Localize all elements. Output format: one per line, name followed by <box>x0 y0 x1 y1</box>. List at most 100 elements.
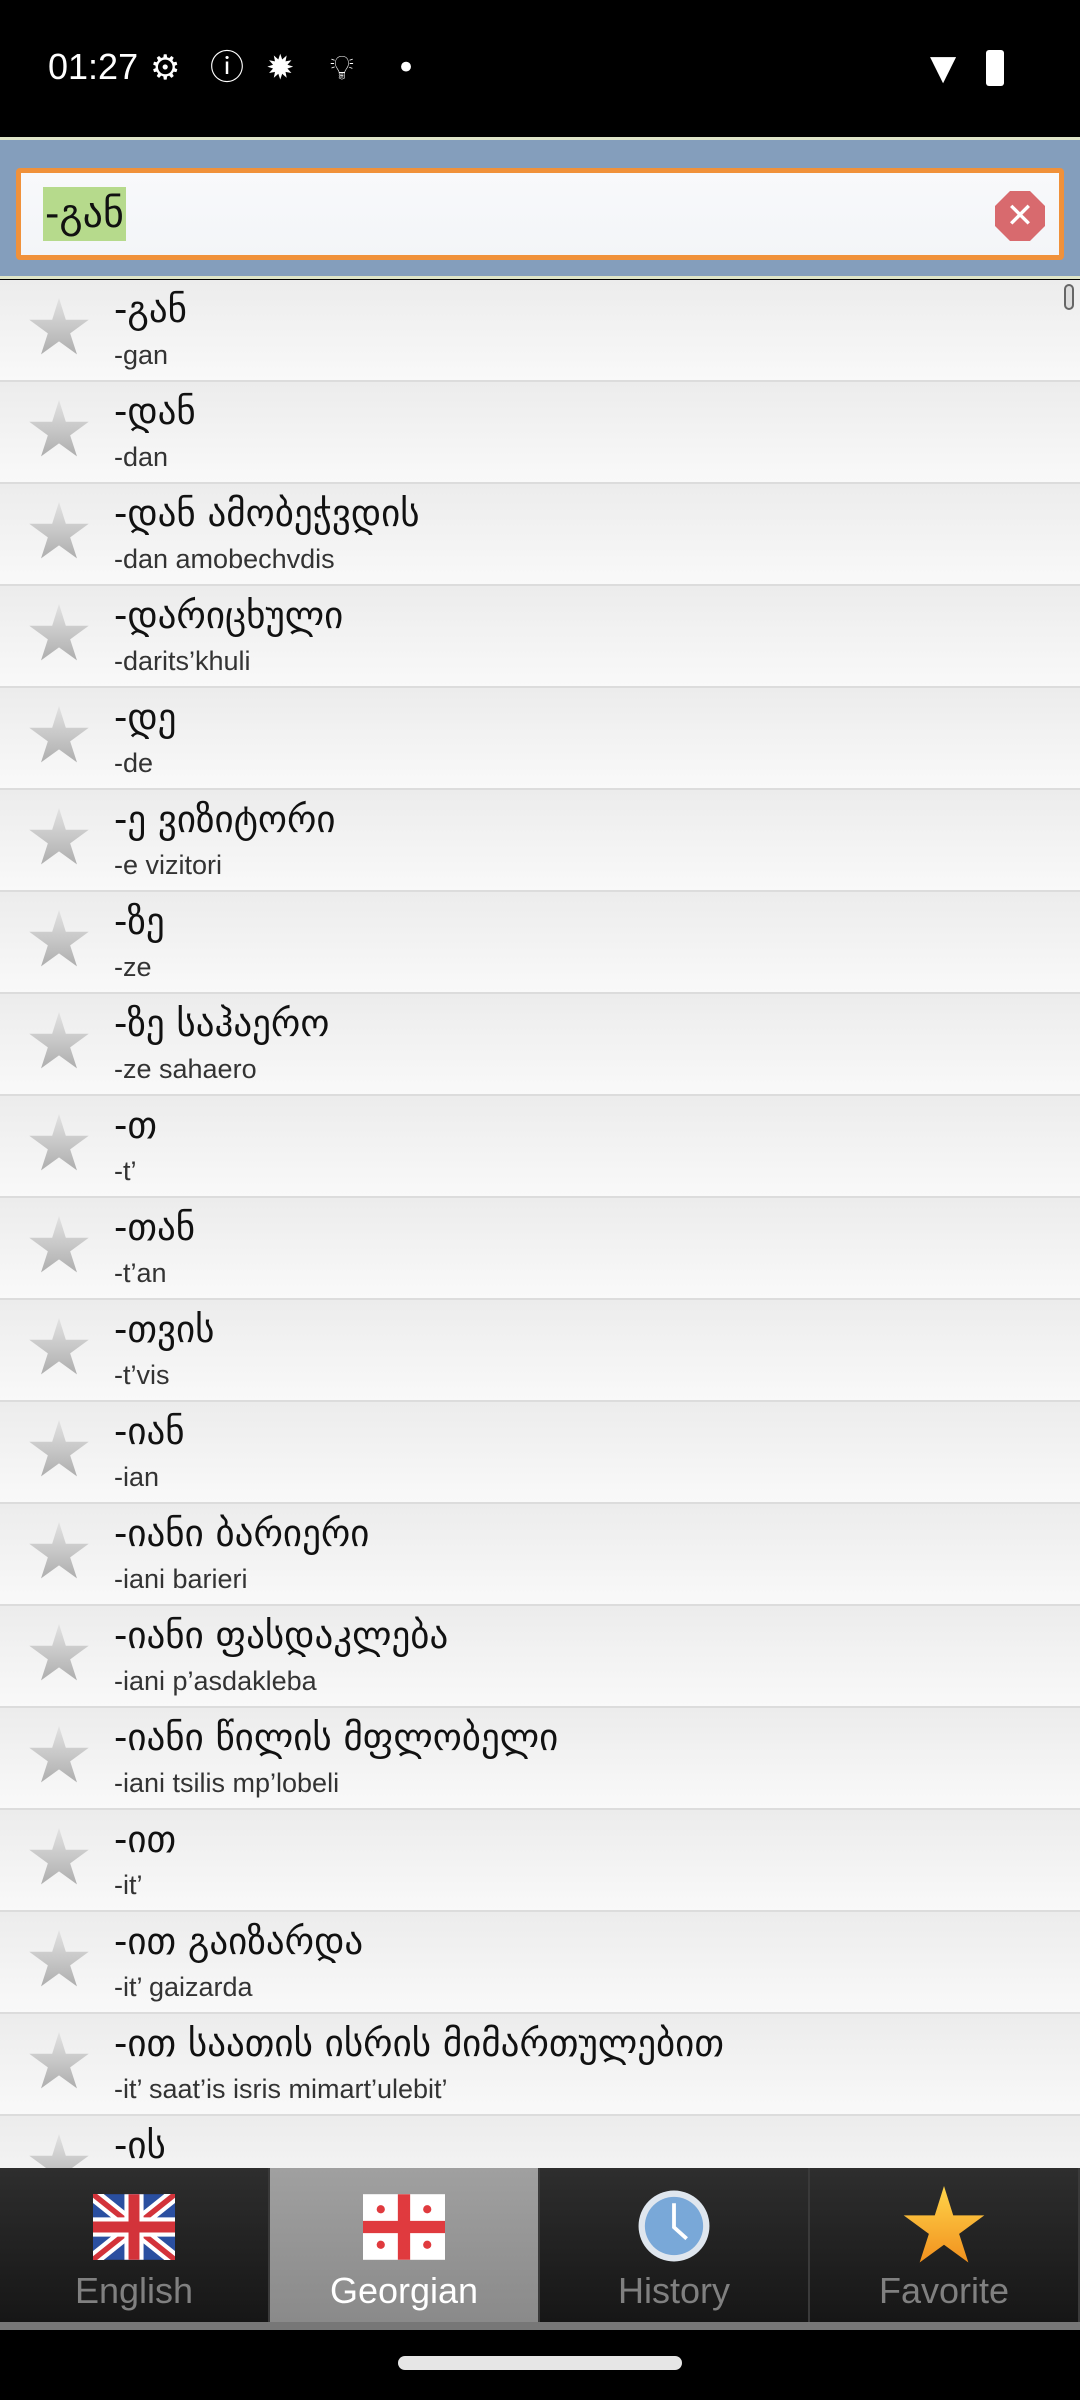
lightbulb-icon: 💡︎ <box>330 48 354 88</box>
word-transliteration: -iani tsilis mp’lobeli <box>114 1768 340 1798</box>
scrollbar[interactable] <box>1064 284 1074 310</box>
clock-icon <box>638 2190 710 2262</box>
tab-history[interactable]: History <box>540 2168 810 2322</box>
list-item[interactable]: -იან -ian <box>0 1402 1080 1504</box>
list-item[interactable]: -დან -dan <box>0 382 1080 484</box>
word-transliteration: -it’ <box>114 1870 143 1900</box>
debug-icon: ✹ <box>266 48 295 88</box>
tab-label: Georgian <box>329 2270 479 2311</box>
word-georgian: -ზე <box>114 900 165 943</box>
list-item[interactable]: -დე -de <box>0 688 1080 790</box>
word-transliteration: -ian <box>114 1462 160 1492</box>
list-item[interactable]: -თვის -t’vis <box>0 1300 1080 1402</box>
word-georgian: -ით გაიზარდა <box>114 1920 364 1963</box>
favorite-star-icon[interactable] <box>29 1726 89 1783</box>
list-item[interactable]: -ით გაიზარდა -it’ gaizarda <box>0 1912 1080 2014</box>
favorite-star-icon[interactable] <box>29 706 89 763</box>
star-icon <box>903 2186 985 2263</box>
word-georgian: -დე <box>114 696 177 739</box>
search-input[interactable]: -გან ✕ <box>16 168 1064 260</box>
word-georgian: -იანი წილის მფლობელი <box>114 1716 559 1759</box>
word-georgian: -ით <box>114 1818 177 1861</box>
tab-label: English <box>74 2270 194 2311</box>
list-item[interactable]: -იანი წილის მფლობელი -iani tsilis mp’lob… <box>0 1708 1080 1810</box>
word-georgian: -თ <box>114 1104 157 1147</box>
word-georgian: -თვის <box>114 1308 215 1351</box>
home-handle[interactable] <box>398 2356 682 2370</box>
list-item[interactable]: -ე ვიზიტორი -e vizitori <box>0 790 1080 892</box>
list-item[interactable]: -ით საათის ისრის მიმართულებით -it’ saat’… <box>0 2014 1080 2116</box>
word-transliteration: -iani p’asdakleba <box>114 1666 317 1696</box>
list-item[interactable]: -დარიცხული -darits’khuli <box>0 586 1080 688</box>
favorite-star-icon[interactable] <box>29 400 89 457</box>
word-transliteration: -iani barieri <box>114 1564 248 1594</box>
favorite-star-icon[interactable] <box>29 1114 89 1171</box>
tab-english[interactable]: English <box>0 2168 270 2322</box>
tab-favorite[interactable]: Favorite <box>810 2168 1080 2322</box>
word-transliteration: -ze sahaero <box>114 1054 257 1084</box>
word-transliteration: -t’an <box>114 1258 167 1288</box>
tab-bar: English Georgian History Favorite <box>0 2168 1080 2330</box>
word-georgian: -დან <box>114 390 196 433</box>
favorite-star-icon[interactable] <box>29 298 89 355</box>
word-georgian: -ით საათის ისრის მიმართულებით <box>114 2022 724 2065</box>
favorite-star-icon[interactable] <box>29 1930 89 1987</box>
list-item[interactable]: -ის <box>0 2116 1080 2168</box>
favorite-star-icon[interactable] <box>29 1624 89 1681</box>
list-item[interactable]: -ზე საჰაერო -ze sahaero <box>0 994 1080 1096</box>
list-item[interactable]: -თან -t’an <box>0 1198 1080 1300</box>
info-icon: ⓘ <box>210 48 244 88</box>
list-item[interactable]: -იანი ფასდაკლება -iani p’asdakleba <box>0 1606 1080 1708</box>
word-georgian: -თან <box>114 1206 196 1249</box>
word-georgian: -ის <box>114 2124 166 2167</box>
tab-label: Favorite <box>878 2270 1010 2311</box>
word-transliteration: -it’ gaizarda <box>114 1972 253 2002</box>
list-item[interactable]: -თ -t’ <box>0 1096 1080 1198</box>
favorite-star-icon[interactable] <box>29 1420 89 1477</box>
settings-icon: ⚙ <box>150 48 181 88</box>
word-transliteration: -dan <box>114 442 169 472</box>
word-transliteration: -e vizitori <box>114 850 223 880</box>
word-georgian: -დარიცხული <box>114 594 344 637</box>
tab-georgian[interactable]: Georgian <box>270 2168 540 2322</box>
favorite-star-icon[interactable] <box>29 1216 89 1273</box>
status-time: 01:27 <box>48 46 139 87</box>
word-transliteration: -t’ <box>114 1156 137 1186</box>
list-item[interactable]: -ზე -ze <box>0 892 1080 994</box>
favorite-star-icon[interactable] <box>29 604 89 661</box>
list-item[interactable]: -ით -it’ <box>0 1810 1080 1912</box>
word-georgian: -ზე საჰაერო <box>114 1002 330 1045</box>
battery-icon <box>986 50 1004 86</box>
favorite-star-icon[interactable] <box>29 910 89 967</box>
favorite-star-icon[interactable] <box>29 502 89 559</box>
favorite-star-icon[interactable] <box>29 808 89 865</box>
status-bar: 01:27 ⚙ ⓘ ✹ 💡︎ • ▼ <box>0 0 1080 135</box>
favorite-star-icon[interactable] <box>29 1522 89 1579</box>
favorite-star-icon[interactable] <box>29 1828 89 1885</box>
word-georgian: -იანი ფასდაკლება <box>114 1614 449 1657</box>
notification-dot-icon: • <box>396 48 417 88</box>
uk-flag-icon <box>93 2194 175 2260</box>
favorite-star-icon[interactable] <box>29 1012 89 1069</box>
favorite-star-icon[interactable] <box>29 2032 89 2089</box>
wifi-icon: ▼ <box>930 48 957 88</box>
word-georgian: -იან <box>114 1410 185 1453</box>
word-transliteration: -darits’khuli <box>114 646 251 676</box>
word-georgian: -ე ვიზიტორი <box>114 798 336 841</box>
tab-label: History <box>617 2270 730 2311</box>
word-transliteration: -gan <box>114 340 169 370</box>
list-item[interactable]: -დან ამობეჭვდის -dan amobechvdis <box>0 484 1080 586</box>
word-georgian: -გან <box>114 288 187 331</box>
navigation-bar <box>0 2338 1080 2400</box>
word-transliteration: -it’ saat’is isris mimart’ulebit’ <box>114 2074 448 2104</box>
favorite-star-icon[interactable] <box>29 2134 89 2168</box>
list-item[interactable]: -იანი ბარიერი -iani barieri <box>0 1504 1080 1606</box>
favorite-star-icon[interactable] <box>29 1318 89 1375</box>
search-header: -გან ✕ <box>0 137 1080 279</box>
word-georgian: -იანი ბარიერი <box>114 1512 370 1555</box>
georgia-flag-icon <box>363 2194 445 2260</box>
clear-search-button[interactable]: ✕ <box>995 191 1045 241</box>
word-transliteration: -t’vis <box>114 1360 170 1390</box>
list-item[interactable]: -გან -gan <box>0 280 1080 382</box>
search-input-value[interactable]: -გან <box>43 187 126 241</box>
